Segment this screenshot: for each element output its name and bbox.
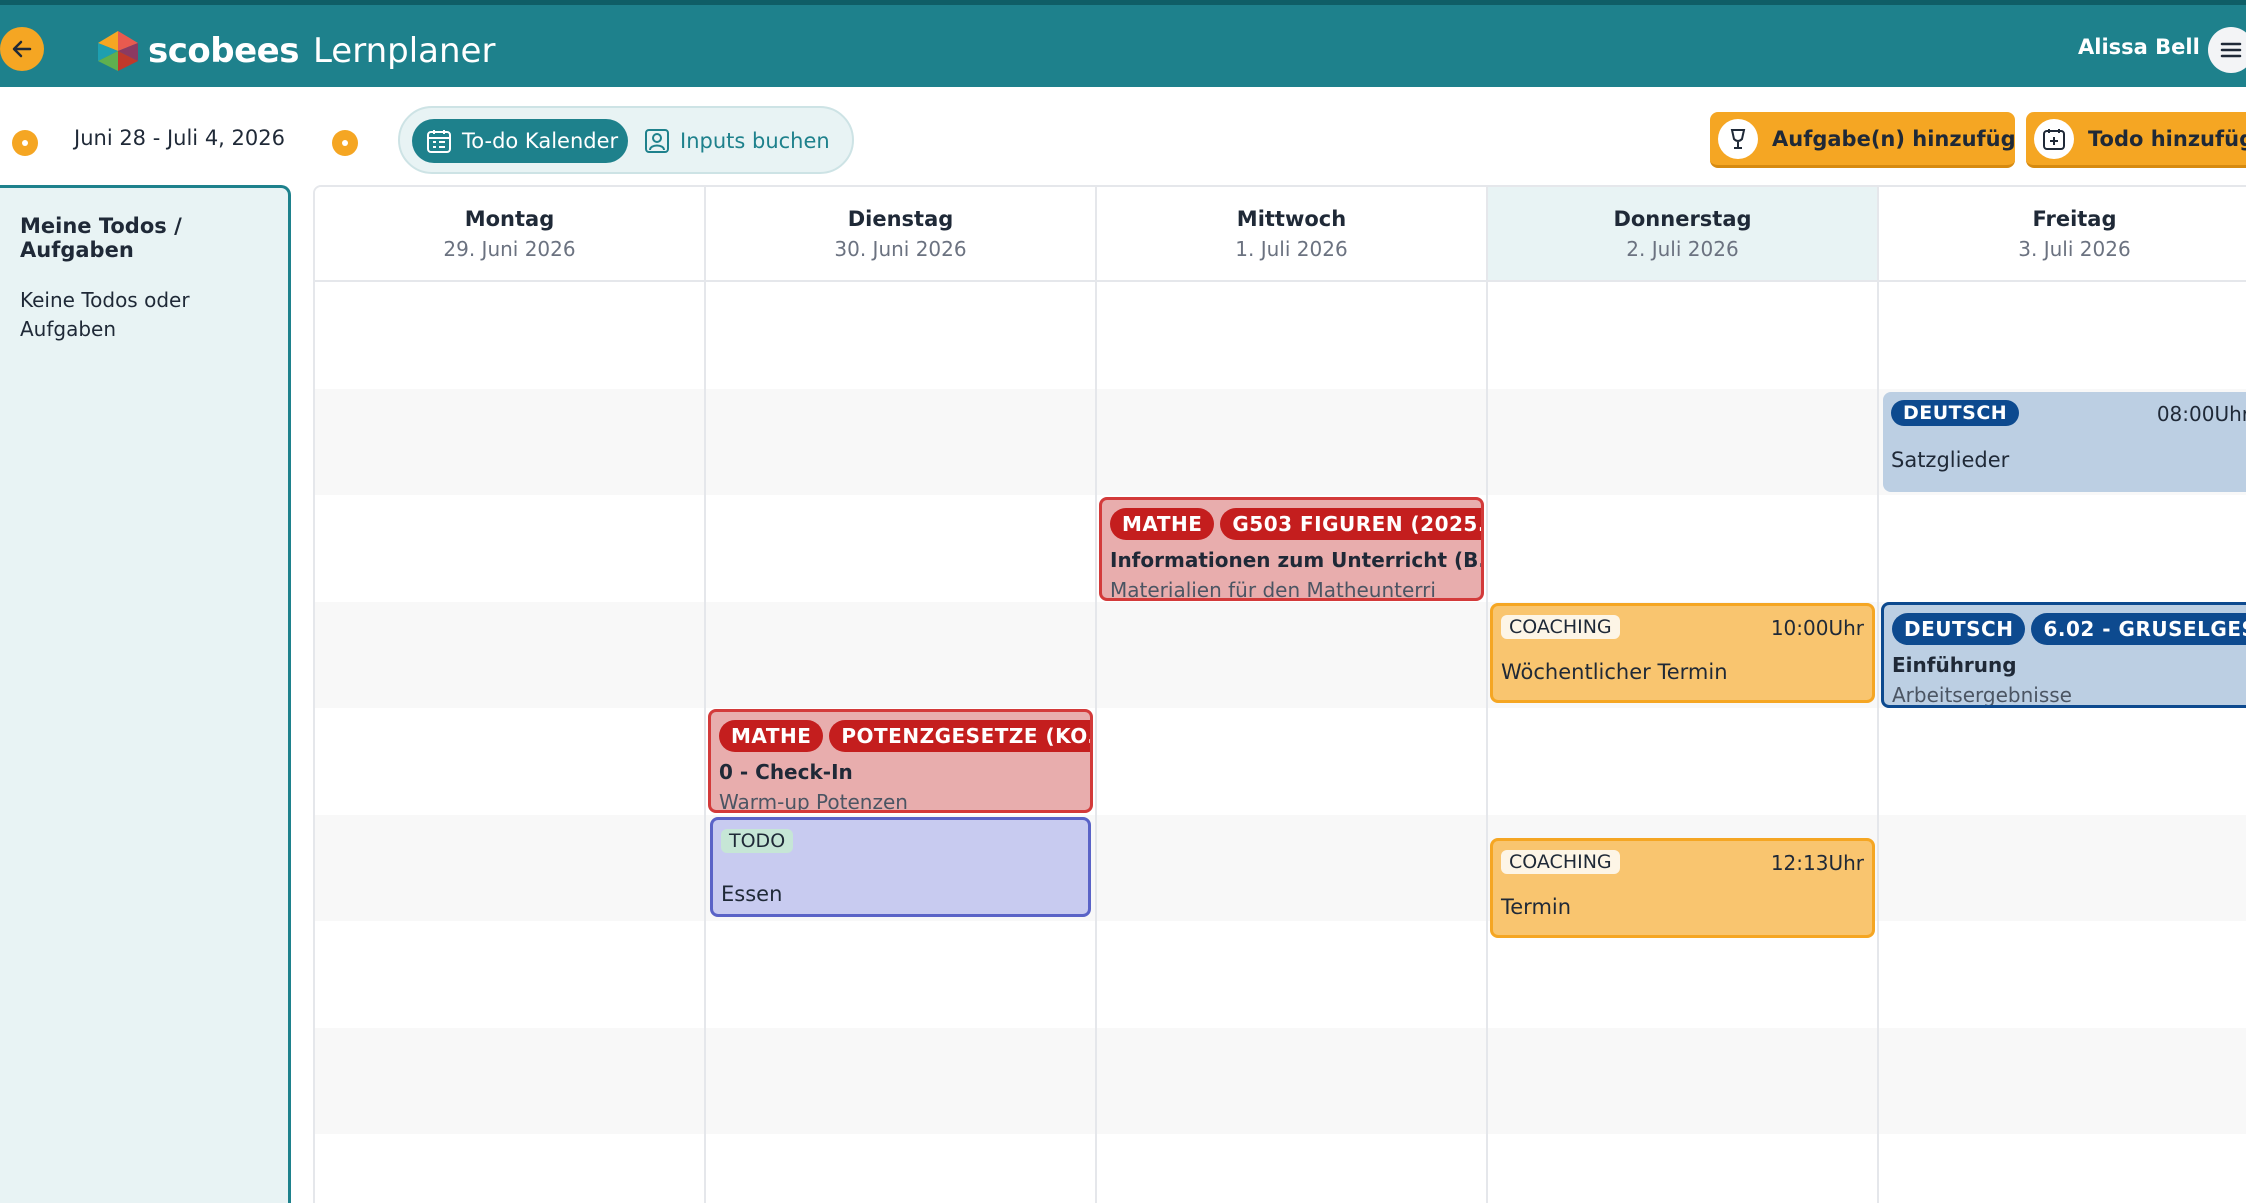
day-header-today: Donnerstag 2. Juli 2026: [1488, 187, 1877, 282]
event-subtitle: Arbeitsergebnisse: [1892, 683, 2072, 707]
day-date: 3. Juli 2026: [2018, 237, 2131, 261]
event-time: 08:00Uhr: [2156, 402, 2246, 426]
event-card-deutsch[interactable]: DEUTSCH 08:00Uhr Satzglieder: [1883, 392, 2246, 492]
event-card-mathe[interactable]: MATHE POTENZGESETZE (KO... 0 - Check-In …: [708, 709, 1093, 813]
event-title: 0 - Check-In: [719, 760, 853, 784]
day-date: 1. Juli 2026: [1235, 237, 1348, 261]
todo-icon-wrap: [2034, 118, 2074, 159]
day-header: Dienstag 30. Juni 2026: [706, 187, 1095, 282]
date-range-label: Juni 28 - Juli 4, 2026: [74, 126, 285, 150]
subject-tag: MATHE: [719, 720, 824, 752]
task-icon-wrap: [1718, 118, 1758, 159]
event-card-deutsch[interactable]: DEUTSCH 6.02 - GRUSELGES... Einführung A…: [1881, 602, 2246, 708]
event-text: Satzglieder: [1891, 448, 2010, 472]
tab-inputs-buchen-label: Inputs buchen: [680, 129, 830, 153]
view-toggle: To-do Kalender Inputs buchen: [398, 106, 854, 174]
hamburger-icon: [2220, 42, 2242, 58]
topic-tag: 6.02 - GRUSELGES...: [2031, 613, 2246, 645]
event-title: Einführung: [1892, 653, 2017, 677]
todo-sidebar: Meine Todos / Aufgaben Keine Todos oder …: [0, 185, 291, 1203]
person-icon: [645, 129, 669, 153]
calendar-plus-icon: [2043, 128, 2065, 150]
app-subtitle: Lernplaner: [312, 31, 496, 71]
add-todo-label: Todo hinzufüge: [2088, 126, 2246, 151]
day-name: Donnerstag: [1613, 207, 1752, 231]
day-header: Mittwoch 1. Juli 2026: [1097, 187, 1486, 282]
add-task-label: Aufgabe(n) hinzufügen: [1772, 126, 2015, 151]
day-header: Montag 29. Juni 2026: [315, 187, 704, 282]
sidebar-empty-text: Keine Todos oder Aufgaben: [20, 288, 190, 341]
sidebar-title: Meine Todos / Aufgaben: [20, 214, 182, 262]
event-subtitle: Materialien für den Matheunterri: [1110, 578, 1436, 601]
day-name: Dienstag: [847, 207, 954, 231]
day-date: 30. Juni 2026: [834, 237, 967, 261]
event-text: Wöchentlicher Termin: [1501, 660, 1728, 684]
day-column-montag[interactable]: Montag 29. Juni 2026: [315, 187, 706, 1203]
app-header: scobees Lernplaner Alissa Bell: [0, 0, 2246, 87]
topic-tag: POTENZGESETZE (KO...: [829, 720, 1090, 752]
day-column-mittwoch[interactable]: Mittwoch 1. Juli 2026 MATHE G503 FIGUREN…: [1097, 187, 1488, 1203]
subject-tag: DEUTSCH: [1891, 400, 2020, 426]
add-todo-button[interactable]: Todo hinzufüge: [2026, 112, 2246, 168]
day-column-donnerstag[interactable]: Donnerstag 2. Juli 2026 COACHING 10:00Uh…: [1488, 187, 1879, 1203]
arrow-left-icon: [12, 40, 32, 58]
event-tags: MATHE G503 FIGUREN (2025...: [1110, 508, 1481, 540]
event-title: Informationen zum Unterricht (B...: [1110, 548, 1484, 572]
trophy-icon: [1730, 128, 1746, 149]
todo-tag: TODO: [721, 829, 794, 853]
coaching-tag: COACHING: [1501, 615, 1620, 639]
day-date: 29. Juni 2026: [443, 237, 576, 261]
calendar-icon: [427, 130, 451, 153]
week-calendar: Montag 29. Juni 2026 Dienstag 30. Juni 2…: [313, 185, 2246, 1203]
prev-week-button[interactable]: [12, 130, 38, 156]
event-card-coaching[interactable]: COACHING 10:00Uhr Wöchentlicher Termin: [1490, 603, 1875, 703]
next-week-button[interactable]: [332, 130, 358, 156]
user-name[interactable]: Alissa Bell: [2078, 35, 2200, 59]
subject-tag: DEUTSCH: [1892, 613, 2026, 645]
tab-inputs-buchen[interactable]: Inputs buchen: [644, 119, 830, 163]
event-time: 10:00Uhr: [1770, 616, 1864, 640]
coaching-tag: COACHING: [1501, 850, 1620, 874]
day-column-dienstag[interactable]: Dienstag 30. Juni 2026 MATHE POTENZGESET…: [706, 187, 1097, 1203]
day-date: 2. Juli 2026: [1626, 237, 1739, 261]
day-column-freitag[interactable]: Freitag 3. Juli 2026 DEUTSCH 08:00Uhr Sa…: [1879, 187, 2246, 1203]
app-logo[interactable]: scobees Lernplaner: [94, 29, 495, 73]
event-card-mathe[interactable]: MATHE G503 FIGUREN (2025... Informatione…: [1099, 497, 1484, 601]
subject-tag: MATHE: [1110, 508, 1215, 540]
event-time: 12:13Uhr: [1770, 851, 1864, 875]
tab-todo-kalender-label: To-do Kalender: [462, 129, 619, 153]
tab-todo-kalender[interactable]: To-do Kalender: [412, 119, 628, 163]
dot-icon: [22, 140, 28, 146]
event-subtitle: Warm-up Potenzen: [719, 790, 908, 813]
add-task-button[interactable]: Aufgabe(n) hinzufügen: [1710, 112, 2015, 168]
event-card-coaching[interactable]: COACHING 12:13Uhr Termin: [1490, 838, 1875, 938]
day-name: Mittwoch: [1236, 207, 1347, 231]
day-name: Freitag: [2032, 207, 2117, 231]
event-text: Termin: [1501, 895, 1572, 919]
day-header: Freitag 3. Juli 2026: [1879, 187, 2246, 282]
topic-tag: G503 FIGUREN (2025...: [1220, 508, 1481, 540]
scobees-logo-icon: [98, 31, 138, 71]
event-text: Essen: [721, 882, 783, 906]
menu-button[interactable]: [2208, 27, 2246, 73]
app-name: scobees: [148, 31, 299, 71]
event-tags: DEUTSCH 6.02 - GRUSELGES...: [1892, 613, 2246, 645]
event-tags: MATHE POTENZGESETZE (KO...: [719, 720, 1090, 752]
dot-icon: [342, 140, 348, 146]
day-name: Montag: [464, 207, 555, 231]
event-card-todo[interactable]: TODO Essen: [710, 817, 1091, 917]
back-button[interactable]: [0, 27, 44, 71]
